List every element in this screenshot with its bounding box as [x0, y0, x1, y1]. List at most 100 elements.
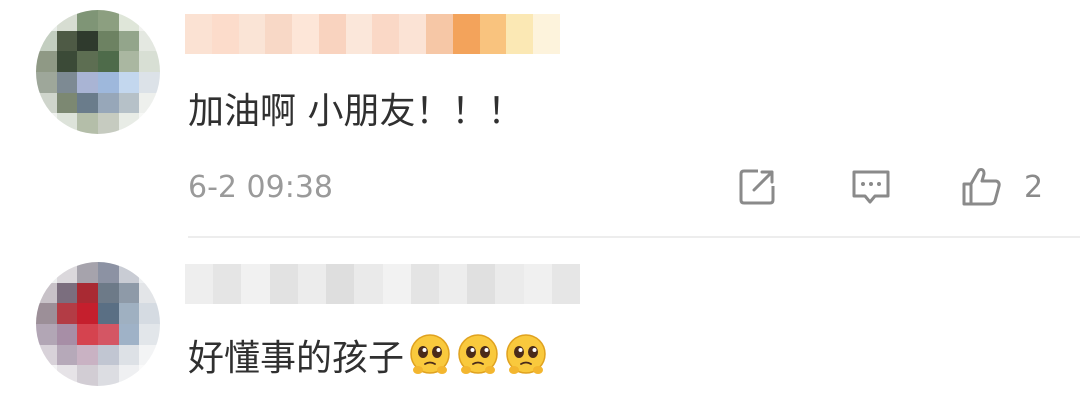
avatar-pixel [118, 51, 140, 72]
avatar-pixel [118, 323, 140, 345]
avatar-pixel [97, 113, 119, 134]
pleading-face-emoji [506, 334, 546, 374]
like-button[interactable]: 2 [956, 162, 1056, 212]
avatar-pixel [56, 323, 78, 345]
pleading-face-emoji [410, 334, 450, 374]
username-pixel [292, 14, 319, 54]
avatar-pixel [139, 30, 160, 52]
avatar-pixel [36, 51, 57, 72]
avatar-pixel [56, 282, 78, 304]
avatar-pixel [139, 51, 160, 72]
avatar-pixel [36, 344, 57, 366]
comment-text-content: 好懂事的孩子 [188, 338, 405, 379]
avatar-pixel [56, 71, 78, 93]
avatar-pixel [139, 323, 160, 345]
username-pixel [185, 264, 214, 304]
avatar-pixel [97, 92, 119, 114]
avatar-pixel [56, 113, 78, 134]
like-count: 2 [1024, 170, 1044, 205]
avatar-pixel [97, 71, 119, 93]
avatar-pixel [56, 262, 78, 283]
username-pixel [211, 14, 239, 54]
avatar-pixel [77, 71, 98, 93]
share-icon [739, 169, 775, 205]
avatar-pixel [118, 344, 140, 366]
comment-text: 好懂事的孩子 [188, 332, 548, 383]
avatar-pixel [56, 365, 78, 386]
username-pixel [372, 14, 400, 54]
avatar-pixel [36, 323, 57, 345]
username-pixel [241, 264, 270, 304]
avatar-pixel [56, 92, 78, 114]
avatar-pixel [118, 10, 140, 31]
avatar-pixel [118, 282, 140, 304]
comment-item: 加油啊 小朋友！！！ 6-2 09:38 2 [0, 0, 1080, 236]
avatar-pixel [139, 365, 160, 386]
avatar-pixel [118, 71, 140, 93]
avatar-pixel [77, 92, 98, 114]
username-pixel [438, 264, 468, 304]
username-pixel [318, 14, 346, 54]
avatar-pixel [139, 113, 160, 134]
comment-text: 加油啊 小朋友！！！ [188, 91, 524, 132]
avatar-pixel [36, 71, 57, 93]
username-pixel [382, 264, 411, 304]
avatar-pixel [77, 282, 98, 304]
username-pixel [185, 14, 212, 54]
username-pixel [213, 264, 242, 304]
username-pixel [452, 14, 480, 54]
avatar-pixel [56, 344, 78, 366]
avatar-pixel [36, 282, 57, 304]
avatar-pixel [118, 262, 140, 283]
avatar-pixel [36, 30, 57, 52]
avatar-pixel [77, 323, 98, 345]
username-pixel [399, 14, 427, 54]
avatar-pixel [56, 30, 78, 52]
avatar-pixel [36, 113, 57, 134]
thumbs-up-icon [962, 168, 1001, 206]
username-blurred[interactable] [185, 264, 581, 304]
avatar-pixel [97, 51, 119, 72]
pleading-face-emoji [458, 334, 498, 374]
avatar-pixel [56, 10, 78, 31]
username-pixel [238, 14, 266, 54]
avatar-pixel [97, 323, 119, 345]
avatar-pixel [77, 262, 98, 283]
comment-icon [852, 170, 890, 204]
avatar-pixel [97, 30, 119, 52]
username-pixel [467, 264, 496, 304]
avatar-pixel [77, 10, 98, 31]
avatar[interactable] [36, 10, 160, 134]
share-button[interactable] [732, 162, 782, 212]
comment-timestamp: 6-2 09:38 [188, 170, 333, 205]
avatar-pixel [139, 303, 160, 324]
username-pixel [523, 264, 552, 304]
avatar-pixel [77, 303, 98, 324]
username-pixel [506, 14, 534, 54]
avatar-pixel [97, 344, 119, 366]
avatar-pixel [77, 344, 98, 366]
avatar-pixel [139, 71, 160, 93]
emoji-row [404, 334, 548, 379]
username-pixel [479, 14, 507, 54]
username-pixel [345, 14, 373, 54]
avatar-pixel [36, 365, 57, 386]
avatar-pixel [139, 92, 160, 114]
avatar-pixel [118, 92, 140, 114]
avatar-pixel [36, 262, 57, 283]
avatar-pixel [77, 30, 98, 52]
comment-item: 好懂事的孩子 [0, 236, 1080, 404]
reply-button[interactable] [846, 162, 896, 212]
avatar-pixel [56, 51, 78, 72]
username-pixel [426, 14, 453, 54]
avatar[interactable] [36, 262, 160, 386]
avatar-pixel [77, 113, 98, 134]
avatar-pixel [118, 113, 140, 134]
username-pixel [269, 264, 298, 304]
avatar-pixel [97, 282, 119, 304]
avatar-pixel [139, 344, 160, 366]
username-blurred[interactable] [185, 14, 560, 54]
username-pixel [265, 14, 293, 54]
username-pixel [533, 14, 560, 54]
username-pixel [297, 264, 327, 304]
